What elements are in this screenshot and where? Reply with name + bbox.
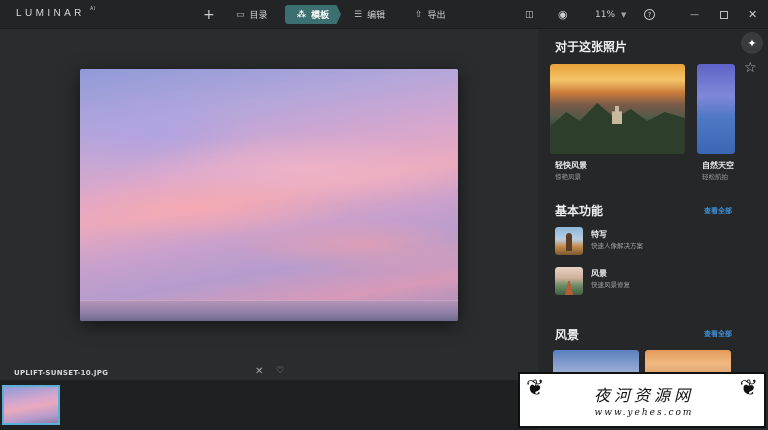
compare-icon[interactable]: ◫ — [525, 0, 534, 29]
minimize-icon[interactable]: — — [690, 0, 699, 29]
export-button[interactable]: ⇧ 导出 — [415, 0, 446, 29]
template-card-natural-sky[interactable] — [697, 64, 735, 154]
magic-wand-icon[interactable]: ✦ — [741, 32, 763, 54]
reject-icon[interactable]: ✕ — [255, 366, 263, 377]
feature-title[interactable]: 风景 — [591, 268, 607, 279]
main-photo[interactable] — [80, 69, 458, 321]
sliders-icon: ☰ — [354, 9, 363, 20]
maximize-icon[interactable] — [720, 0, 728, 29]
card-title: 自然天空 — [702, 161, 734, 170]
card-subtitle: 惊艳风景 — [555, 173, 581, 181]
tab-edit[interactable]: ☰ 编辑 — [354, 0, 385, 29]
filmstrip — [0, 380, 538, 430]
heart-icon[interactable]: ♡ — [276, 366, 284, 376]
app-logo: LUMINAR AI — [16, 6, 96, 19]
help-icon[interactable]: ? — [644, 0, 655, 29]
see-all-essentials-link[interactable]: 查看全部 — [704, 206, 732, 216]
section-title-for-this-photo: 对于这张照片 — [555, 40, 628, 54]
tab-templates[interactable]: ⁂ 模板 — [285, 5, 341, 24]
landscape-thumbnail[interactable] — [555, 267, 583, 295]
chevron-down-icon: ▼ — [621, 10, 627, 19]
template-card-light-landscape[interactable] — [550, 64, 685, 154]
feature-title[interactable]: 特写 — [591, 229, 607, 240]
watermark-url: www.yehes.com — [594, 408, 694, 418]
magic-wand-icon: ⁂ — [296, 9, 307, 20]
filmstrip-thumbnail[interactable] — [2, 385, 60, 425]
folder-icon: ▭ — [236, 9, 245, 20]
section-title-essentials: 基本功能 — [555, 204, 604, 218]
photo-sea — [80, 301, 458, 321]
add-button[interactable]: + — [203, 0, 215, 29]
ornament-icon: ❦ — [739, 376, 758, 401]
feature-subtitle: 快速风景修复 — [591, 281, 630, 289]
zoom-dropdown[interactable]: 11% ▼ — [595, 0, 626, 29]
star-icon[interactable]: ☆ — [744, 60, 757, 76]
upload-icon: ⇧ — [415, 9, 423, 20]
top-toolbar: LUMINAR AI + ▭ 目录 ⁂ 模板 ☰ 编辑 ⇧ 导出 ◫ ◉ 11%… — [0, 0, 768, 29]
ornament-icon: ❦ — [526, 376, 545, 401]
see-all-landscape-link[interactable]: 查看全部 — [704, 329, 732, 339]
close-window-icon[interactable]: ✕ — [748, 0, 757, 29]
card-title: 轻快风景 — [555, 161, 587, 170]
section-title-landscape: 风景 — [555, 328, 580, 342]
card-subtitle: 轻松航拍 — [702, 173, 728, 181]
eye-icon[interactable]: ◉ — [558, 0, 568, 29]
tab-catalog[interactable]: ▭ 目录 — [236, 0, 268, 29]
watermark-name: 夜河资源网 — [593, 386, 694, 405]
watermark: ❦ ❦ 夜河资源网 www.yehes.com — [518, 372, 766, 428]
portrait-thumbnail[interactable] — [555, 227, 583, 255]
image-filename: UPLIFT-SUNSET-10.JPG — [14, 369, 109, 377]
feature-subtitle: 快速人像解决方案 — [591, 242, 643, 250]
